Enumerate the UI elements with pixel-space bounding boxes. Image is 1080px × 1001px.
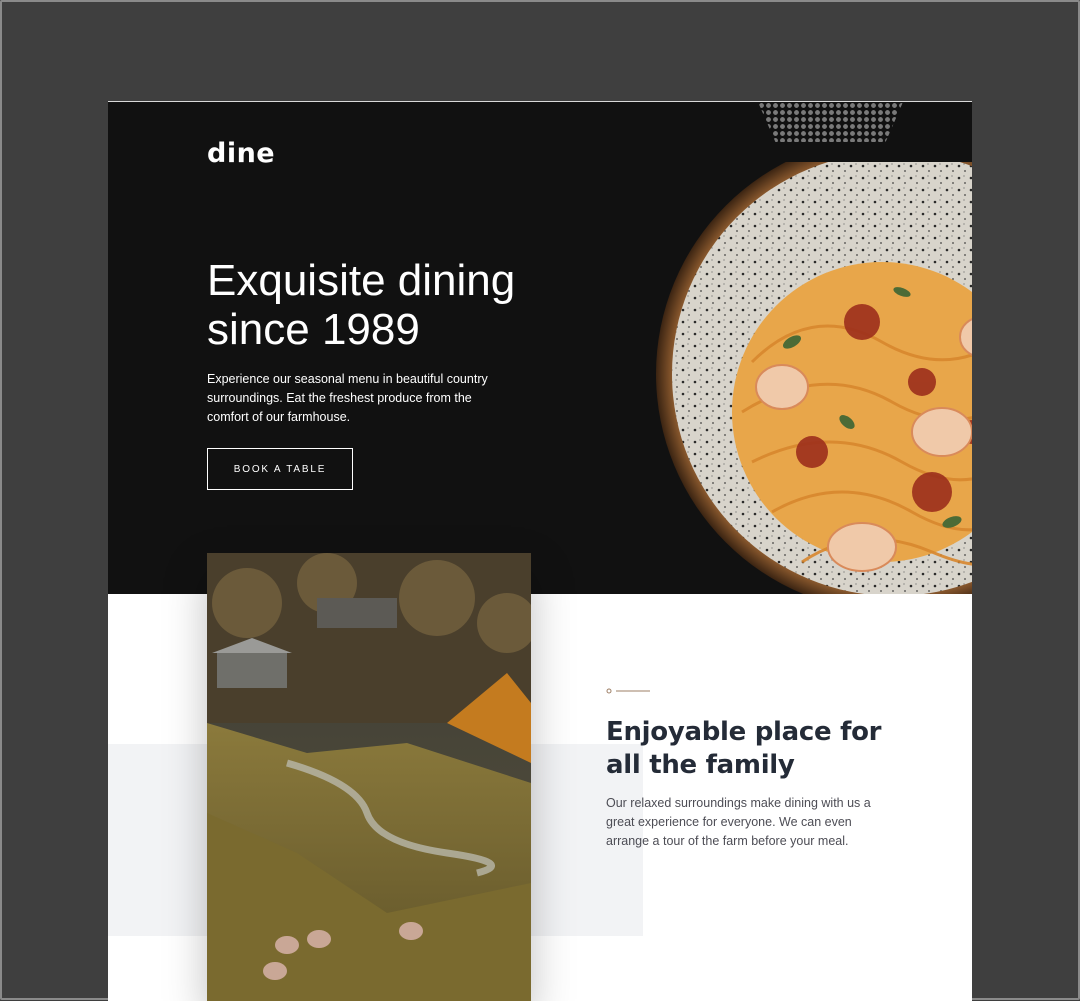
hero-section: dine Exquisite dining since 1989 Experie…: [108, 102, 972, 594]
feature-title: Enjoyable place for all the family: [606, 717, 882, 780]
pasta-dish-image: [656, 162, 972, 594]
book-table-button[interactable]: BOOK A TABLE: [207, 448, 353, 490]
feature-description: Our relaxed surroundings make dining wit…: [606, 796, 871, 848]
hero-title: Exquisite dining since 1989: [207, 256, 516, 354]
hero-description: Experience our seasonal menu in beautifu…: [207, 372, 488, 424]
section-divider: [606, 688, 650, 694]
farm-landscape-image: [207, 553, 531, 1001]
website-page: dine Exquisite dining since 1989 Experie…: [108, 101, 972, 1001]
logo[interactable]: dine: [207, 138, 275, 169]
decorative-dot-pattern: [758, 102, 903, 142]
